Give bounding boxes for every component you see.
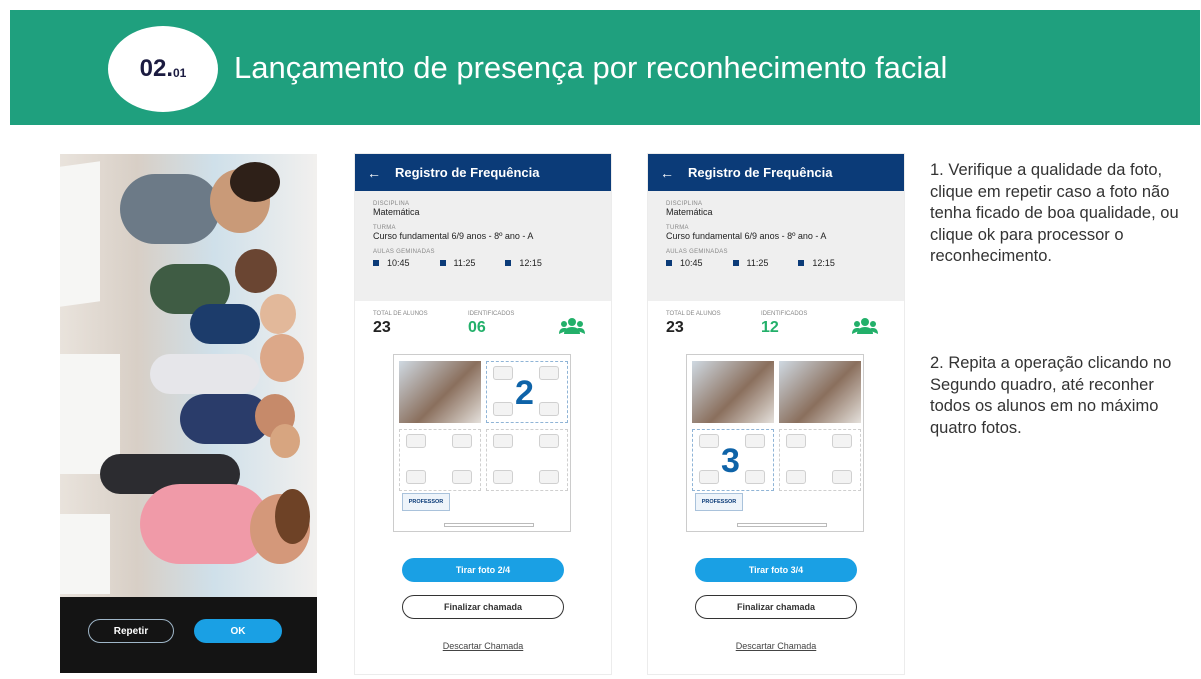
checkbox-icon xyxy=(666,260,672,266)
instruction-step-1: 1. Verifique a qualidade da foto, clique… xyxy=(930,161,1179,265)
identified-count: 06 xyxy=(468,319,486,336)
ok-button[interactable]: OK xyxy=(194,619,282,643)
photo-frame-2[interactable] xyxy=(779,361,861,423)
classroom-map: 3 PROFESSOR xyxy=(686,354,864,532)
checkbox-icon xyxy=(732,260,739,266)
checkbox-icon xyxy=(505,260,512,266)
app-bar: ← Registro de Frequência xyxy=(648,154,904,191)
back-arrow-icon[interactable]: ← xyxy=(660,165,674,181)
class-value: Curso fundamental 6/9 anos - 8º ano - A xyxy=(666,231,827,241)
frame-number: 2 xyxy=(515,374,534,412)
professor-desk: PROFESSOR xyxy=(695,493,743,511)
app-bar: ← Registro de Frequência xyxy=(355,154,611,191)
checkbox-icon xyxy=(439,260,446,266)
attendance-stats: TOTAL DE ALUNOS 23 IDENTIFICADOS 06 xyxy=(355,301,611,351)
class-info: DISCIPLINA Matemática TURMA Curso fundam… xyxy=(355,191,611,301)
take-photo-button[interactable]: Tirar foto 2/4 xyxy=(402,558,564,582)
photo-frame-3[interactable]: 3 xyxy=(692,429,774,491)
lesson-time[interactable]: 11:25 xyxy=(439,258,475,268)
lessons-label: AULAS GEMINADAS xyxy=(666,249,728,255)
total-count: 23 xyxy=(373,319,391,336)
photo-frame-4[interactable] xyxy=(779,429,861,491)
lesson-times: 10:45 11:25 12:15 xyxy=(373,258,593,268)
screen-title: Registro de Frequência xyxy=(395,165,540,180)
classroom-photo xyxy=(60,154,317,597)
instruction-step-2: 2. Repita a operação clicando no Segundo… xyxy=(930,354,1172,437)
photo-frame-4[interactable] xyxy=(486,429,568,491)
section-subnumber: 01 xyxy=(173,66,187,80)
checkbox-icon xyxy=(798,260,805,266)
lesson-time[interactable]: 12:15 xyxy=(505,258,542,268)
group-icon[interactable] xyxy=(852,317,878,335)
group-icon[interactable] xyxy=(559,317,585,335)
whiteboard xyxy=(737,523,827,527)
section-header: 02. 01 Lançamento de presença por reconhe… xyxy=(10,10,1200,125)
total-stat: TOTAL DE ALUNOS 23 xyxy=(373,311,428,336)
lesson-time[interactable]: 10:45 xyxy=(373,258,410,268)
attendance-stats: TOTAL DE ALUNOS 23 IDENTIFICADOS 12 xyxy=(648,301,904,351)
section-number-badge: 02. 01 xyxy=(108,26,218,112)
identified-stat: IDENTIFICADOS 06 xyxy=(468,311,515,336)
section-number: 02. xyxy=(139,55,173,82)
discipline-value: Matemática xyxy=(666,207,713,217)
checkbox-icon xyxy=(373,260,379,266)
repeat-button[interactable]: Repetir xyxy=(88,619,174,643)
lesson-time[interactable]: 11:25 xyxy=(732,258,768,268)
attendance-screen-2: ← Registro de Frequência DISCIPLINA Mate… xyxy=(648,154,904,674)
discard-call-link[interactable]: Descartar Chamada xyxy=(648,641,904,651)
identified-stat: IDENTIFICADOS 12 xyxy=(761,311,808,336)
total-count: 23 xyxy=(666,319,684,336)
section-title: Lançamento de presença por reconheciment… xyxy=(234,50,948,85)
photo-frame-1[interactable] xyxy=(399,361,481,423)
whiteboard xyxy=(444,523,534,527)
identified-count: 12 xyxy=(761,319,779,336)
frame-number: 3 xyxy=(721,442,740,480)
discipline-value: Matemática xyxy=(373,207,420,217)
back-arrow-icon[interactable]: ← xyxy=(367,165,381,181)
lesson-time[interactable]: 10:45 xyxy=(666,258,703,268)
professor-desk: PROFESSOR xyxy=(402,493,450,511)
lessons-label: AULAS GEMINADAS xyxy=(373,249,435,255)
photo-frame-3[interactable] xyxy=(399,429,481,491)
photo-frame-1[interactable] xyxy=(692,361,774,423)
lesson-times: 10:45 11:25 12:15 xyxy=(666,258,886,268)
finish-call-button[interactable]: Finalizar chamada xyxy=(695,595,857,619)
lesson-time[interactable]: 12:15 xyxy=(798,258,835,268)
attendance-screen-1: ← Registro de Frequência DISCIPLINA Mate… xyxy=(355,154,611,674)
total-stat: TOTAL DE ALUNOS 23 xyxy=(666,311,721,336)
take-photo-button[interactable]: Tirar foto 3/4 xyxy=(695,558,857,582)
class-value: Curso fundamental 6/9 anos - 8º ano - A xyxy=(373,231,534,241)
finish-call-button[interactable]: Finalizar chamada xyxy=(402,595,564,619)
photo-frame-2[interactable]: 2 xyxy=(486,361,568,423)
class-info: DISCIPLINA Matemática TURMA Curso fundam… xyxy=(648,191,904,301)
discard-call-link[interactable]: Descartar Chamada xyxy=(355,641,611,651)
camera-controls: Repetir OK xyxy=(60,597,317,673)
camera-preview-screen: Repetir OK xyxy=(60,154,317,673)
classroom-map: 2 PROFESSOR xyxy=(393,354,571,532)
screen-title: Registro de Frequência xyxy=(688,165,833,180)
